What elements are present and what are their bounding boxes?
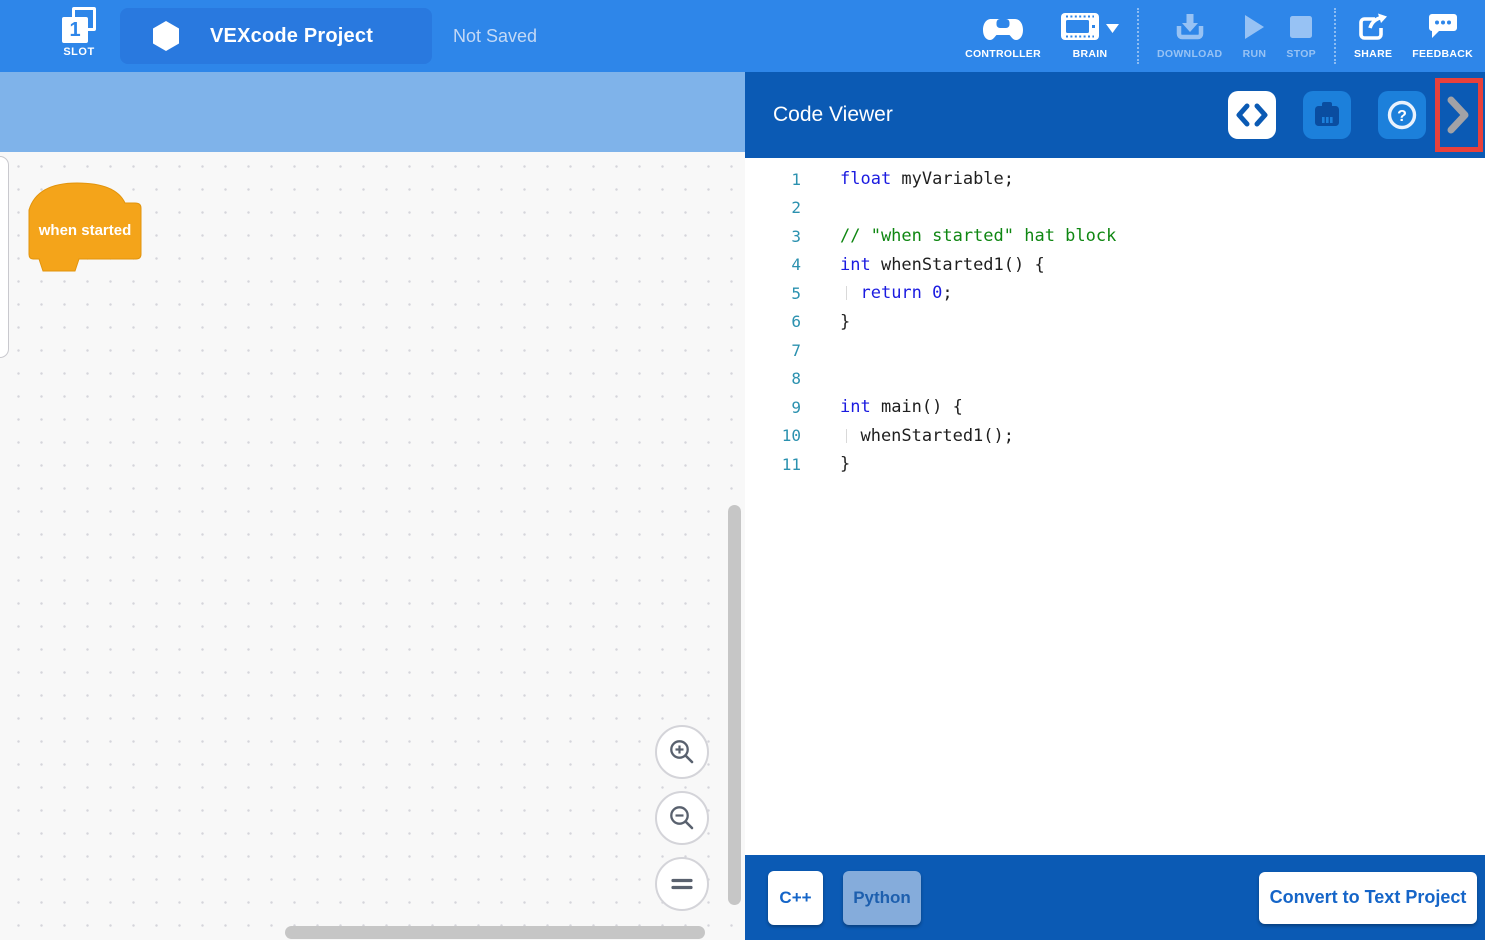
code-line: 5 return 0; bbox=[745, 279, 1485, 308]
code-text: // "when started" hat block bbox=[801, 226, 1116, 246]
run-button: RUN bbox=[1242, 12, 1266, 60]
slot-icon: 1 bbox=[61, 7, 97, 43]
code-line: 4int whenStarted1() { bbox=[745, 251, 1485, 280]
share-label: SHARE bbox=[1354, 48, 1392, 60]
run-icon bbox=[1242, 14, 1266, 45]
line-number: 2 bbox=[745, 198, 801, 217]
project-title: VEXcode Project bbox=[210, 25, 373, 48]
project-title-button[interactable]: VEXcode Project bbox=[120, 8, 432, 64]
zoom-out-button[interactable] bbox=[655, 791, 709, 845]
convert-to-text-project-button[interactable]: Convert to Text Project bbox=[1259, 872, 1477, 924]
feedback-label: FEEDBACK bbox=[1412, 48, 1473, 60]
share-button[interactable]: SHARE bbox=[1354, 12, 1392, 60]
code-line: 10 whenStarted1(); bbox=[745, 422, 1485, 451]
chevron-right-icon bbox=[1447, 96, 1471, 134]
brain-code-button[interactable] bbox=[1303, 91, 1351, 139]
collapse-button[interactable] bbox=[1447, 91, 1471, 139]
line-number: 9 bbox=[745, 398, 801, 417]
brain-icon bbox=[1061, 13, 1099, 45]
toolbar-separator bbox=[1137, 8, 1139, 64]
blocks-canvas[interactable]: when started bbox=[0, 152, 745, 940]
line-number: 5 bbox=[745, 284, 801, 303]
code-text: } bbox=[801, 454, 850, 474]
code-line: 1float myVariable; bbox=[745, 165, 1485, 194]
palette-header-strip bbox=[0, 72, 745, 152]
zoom-reset-icon bbox=[670, 876, 694, 892]
indent-guide bbox=[846, 286, 847, 300]
line-number: 11 bbox=[745, 455, 801, 474]
zoom-out-icon bbox=[668, 804, 696, 832]
stop-icon bbox=[1290, 16, 1312, 43]
help-button[interactable]: ? bbox=[1378, 91, 1426, 139]
code-line: 11} bbox=[745, 450, 1485, 479]
hexagon-icon bbox=[153, 21, 181, 51]
palette-edge bbox=[0, 156, 9, 358]
code-viewer-header: Code Viewer ? bbox=[745, 72, 1485, 158]
code-text: } bbox=[801, 312, 850, 332]
line-number: 6 bbox=[745, 312, 801, 331]
indent-guide bbox=[846, 429, 847, 443]
line-number: 8 bbox=[745, 369, 801, 388]
toolbar-actions: CONTROLLER BRAIN DOWNLOAD RUN STOP SHARE FEEDB… bbox=[955, 0, 1483, 72]
cpp-tab-button[interactable]: C++ bbox=[768, 871, 823, 925]
line-number: 10 bbox=[745, 426, 801, 445]
code-text: return 0; bbox=[801, 283, 953, 303]
line-number: 3 bbox=[745, 227, 801, 246]
highlight-red-box bbox=[1435, 78, 1483, 152]
python-tab-button[interactable]: Python bbox=[843, 871, 921, 925]
toolbar-separator bbox=[1334, 8, 1336, 64]
brain-button[interactable]: BRAIN bbox=[1061, 12, 1119, 60]
stop-button: STOP bbox=[1286, 12, 1316, 60]
code-text: float myVariable; bbox=[801, 169, 1014, 189]
code-viewer-title: Code Viewer bbox=[773, 72, 893, 158]
code-line: 9int main() { bbox=[745, 393, 1485, 422]
canvas-horizontal-scrollbar[interactable] bbox=[285, 926, 705, 939]
code-viewer-footer: C++ Python Convert to Text Project bbox=[745, 855, 1485, 940]
slot-label: SLOT bbox=[50, 46, 108, 58]
hat-block-label: when started bbox=[27, 222, 143, 239]
zoom-controls bbox=[655, 725, 709, 923]
code-text: int main() { bbox=[801, 397, 963, 417]
line-number: 7 bbox=[745, 341, 801, 360]
controller-label: CONTROLLER bbox=[965, 48, 1041, 60]
slot-button[interactable]: 1 SLOT bbox=[50, 7, 108, 58]
save-status: Not Saved bbox=[453, 0, 537, 72]
svg-text:?: ? bbox=[1397, 108, 1407, 125]
line-number: 1 bbox=[745, 170, 801, 189]
share-icon bbox=[1358, 13, 1388, 46]
code-line: 7 bbox=[745, 336, 1485, 365]
brain-label: BRAIN bbox=[1073, 48, 1108, 60]
feedback-icon bbox=[1429, 14, 1457, 45]
brain-device-icon bbox=[1312, 101, 1342, 129]
code-viewer-panel: Code Viewer ? 1float myVariable;23// "wh… bbox=[745, 72, 1485, 940]
code-text: whenStarted1(); bbox=[801, 426, 1014, 446]
stop-label: STOP bbox=[1286, 48, 1316, 60]
code-button[interactable] bbox=[1228, 91, 1276, 139]
code-text: int whenStarted1() { bbox=[801, 255, 1045, 275]
line-number: 4 bbox=[745, 255, 801, 274]
code-line: 2 bbox=[745, 194, 1485, 223]
when-started-block[interactable]: when started bbox=[27, 182, 143, 274]
controller-icon bbox=[983, 14, 1023, 45]
zoom-in-button[interactable] bbox=[655, 725, 709, 779]
zoom-in-icon bbox=[668, 738, 696, 766]
download-label: DOWNLOAD bbox=[1157, 48, 1222, 60]
caret-down-icon[interactable] bbox=[1106, 20, 1119, 38]
feedback-button[interactable]: FEEDBACK bbox=[1412, 12, 1473, 60]
run-label: RUN bbox=[1243, 48, 1267, 60]
code-line: 3// "when started" hat block bbox=[745, 222, 1485, 251]
download-icon bbox=[1175, 14, 1205, 45]
canvas-vertical-scrollbar[interactable] bbox=[728, 505, 741, 905]
controller-button[interactable]: CONTROLLER bbox=[965, 12, 1041, 60]
slot-number: 1 bbox=[62, 17, 88, 43]
code-viewer-buttons: ? bbox=[1228, 91, 1453, 139]
code-editor[interactable]: 1float myVariable;23// "when started" ha… bbox=[745, 158, 1485, 855]
code-icon bbox=[1236, 102, 1268, 128]
download-button: DOWNLOAD bbox=[1157, 12, 1222, 60]
code-line: 6} bbox=[745, 308, 1485, 337]
zoom-reset-button[interactable] bbox=[655, 857, 709, 911]
top-toolbar: 1 SLOT VEXcode Project Not Saved CONTROL… bbox=[0, 0, 1485, 72]
code-line: 8 bbox=[745, 365, 1485, 394]
help-icon: ? bbox=[1387, 100, 1417, 130]
